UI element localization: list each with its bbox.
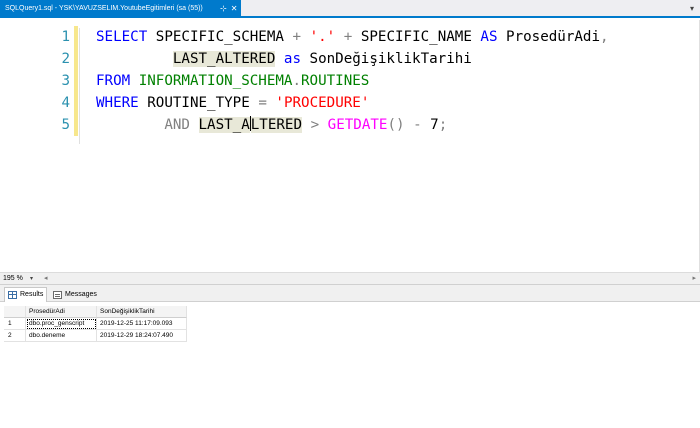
code-token: > [310, 117, 320, 133]
code-token: WHERE [96, 95, 139, 111]
code-text[interactable]: AND LAST_ALTERED > GETDATE() - 7; [96, 114, 447, 136]
scroll-left-arrow-icon[interactable]: ◂ [44, 274, 48, 284]
tab-messages[interactable]: Messages [50, 287, 100, 302]
results-tab-strip: Results Messages [0, 285, 700, 302]
cell-son-degisiklik-tarihi[interactable]: 2019-12-25 11:17:09.093 [97, 318, 187, 330]
change-tracking-bar [74, 48, 78, 70]
code-token: LTERED [250, 117, 303, 133]
change-tracking-bar [74, 114, 78, 136]
code-token: = [258, 95, 267, 111]
line-number: 2 [61, 51, 70, 67]
code-token: 'PROCEDURE' [275, 95, 370, 111]
line-number: 1 [61, 29, 70, 45]
messages-icon [53, 290, 62, 299]
code-token: + [343, 29, 353, 45]
code-line[interactable]: 1 SELECT SPECIFIC_SCHEMA + '.' + SPECIFIC… [0, 26, 700, 48]
code-token: GETDATE [327, 117, 388, 133]
code-token: 7 [421, 117, 439, 133]
code-token: '.' [309, 29, 336, 45]
code-token: - [413, 117, 422, 133]
code-line[interactable]: 5 AND LAST_ALTERED > GETDATE() - 7; [0, 114, 700, 136]
code-token: AND [164, 117, 190, 133]
pin-icon[interactable]: ⊹ [220, 0, 227, 18]
grid-icon [8, 291, 17, 299]
code-token: as [283, 51, 302, 67]
column-header-son-degisiklik-tarihi[interactable]: SonDeğişiklikTarihi [97, 306, 187, 318]
cell-prosedur-adi[interactable]: dbo.proc_genscript [26, 318, 97, 330]
code-text[interactable]: SELECT SPECIFIC_SCHEMA + '.' + SPECIFIC_… [96, 26, 609, 48]
cell-son-degisiklik-tarihi[interactable]: 2019-12-29 18:24:07.490 [97, 330, 187, 342]
code-token: FROM [96, 73, 131, 89]
code-token: () [387, 117, 405, 133]
query-document-tab[interactable]: SQLQuery1.sql - YSK\YAVUZSELIM.YoutubeEg… [0, 0, 241, 18]
change-tracking-bar [74, 92, 78, 114]
code-token: + [292, 29, 302, 45]
tab-controls: ⊹ ✕ [220, 0, 237, 18]
grid-header-row: ProsedürAdi SonDeğişiklikTarihi [4, 306, 187, 318]
editor-zoom-bar: 195 % ▾ ◂ ▸ [0, 272, 700, 284]
code-token: ProsedürAdi [497, 29, 600, 45]
query-editor[interactable]: 1 SELECT SPECIFIC_SCHEMA + '.' + SPECIFIC… [0, 20, 700, 272]
grid-corner-cell[interactable] [4, 306, 26, 318]
column-header-prosedur-adi[interactable]: ProsedürAdi [26, 306, 97, 318]
code-line[interactable]: 3 FROM INFORMATION_SCHEMA.ROUTINES [0, 70, 700, 92]
code-token: SonDeğişiklikTarihi [301, 51, 472, 67]
tab-results[interactable]: Results [4, 287, 48, 302]
table-row[interactable]: 1 dbo.proc_genscript 2019-12-25 11:17:09… [4, 318, 187, 330]
tab-messages-label: Messages [65, 290, 97, 298]
code-line[interactable]: 2 LAST_ALTERED as SonDeğişiklikTarihi [0, 48, 700, 70]
results-panel: Results Messages ProsedürAdi SonDeğişikl… [0, 284, 700, 428]
code-token: LAST_A [198, 117, 250, 133]
code-token: SPECIFIC_NAME [352, 29, 481, 45]
change-tracking-bar [74, 26, 78, 48]
query-tab-title: SQLQuery1.sql - YSK\YAVUZSELIM.YoutubeEg… [5, 5, 203, 12]
code-line[interactable]: 4 WHERE ROUTINE_TYPE = 'PROCEDURE' [0, 92, 700, 114]
cell-prosedur-adi[interactable]: dbo.deneme [26, 330, 97, 342]
line-number: 5 [61, 117, 70, 133]
close-icon[interactable]: ✕ [231, 0, 238, 18]
tab-results-label: Results [20, 291, 44, 298]
scroll-right-arrow-icon[interactable]: ▸ [692, 274, 696, 284]
code-token: SELECT [96, 29, 148, 45]
code-token: , [600, 29, 609, 45]
code-text[interactable]: WHERE ROUTINE_TYPE = 'PROCEDURE' [96, 92, 369, 114]
code-token: LAST_ALTERED [172, 51, 276, 67]
tab-list-dropdown-icon[interactable]: ▾ [690, 0, 694, 18]
line-number: 3 [61, 73, 70, 89]
code-token: ROUTINE_TYPE [138, 95, 259, 111]
code-token: . [292, 73, 302, 89]
line-number: 4 [61, 95, 70, 111]
code-token: AS [480, 29, 498, 45]
table-row[interactable]: 2 dbo.deneme 2019-12-29 18:24:07.490 [4, 330, 187, 342]
row-number[interactable]: 1 [4, 318, 26, 330]
code-token: ROUTINES [301, 73, 370, 89]
change-tracking-bar [74, 70, 78, 92]
code-token: ; [438, 117, 448, 133]
code-token: SPECIFIC_SCHEMA [147, 29, 293, 45]
code-text[interactable]: LAST_ALTERED as SonDeğişiklikTarihi [96, 48, 472, 70]
code-token: INFORMATION_SCHEMA [138, 73, 293, 89]
code-text[interactable]: FROM INFORMATION_SCHEMA.ROUTINES [96, 70, 369, 92]
row-number[interactable]: 2 [4, 330, 26, 342]
document-tab-bar: SQLQuery1.sql - YSK\YAVUZSELIM.YoutubeEg… [0, 0, 700, 18]
